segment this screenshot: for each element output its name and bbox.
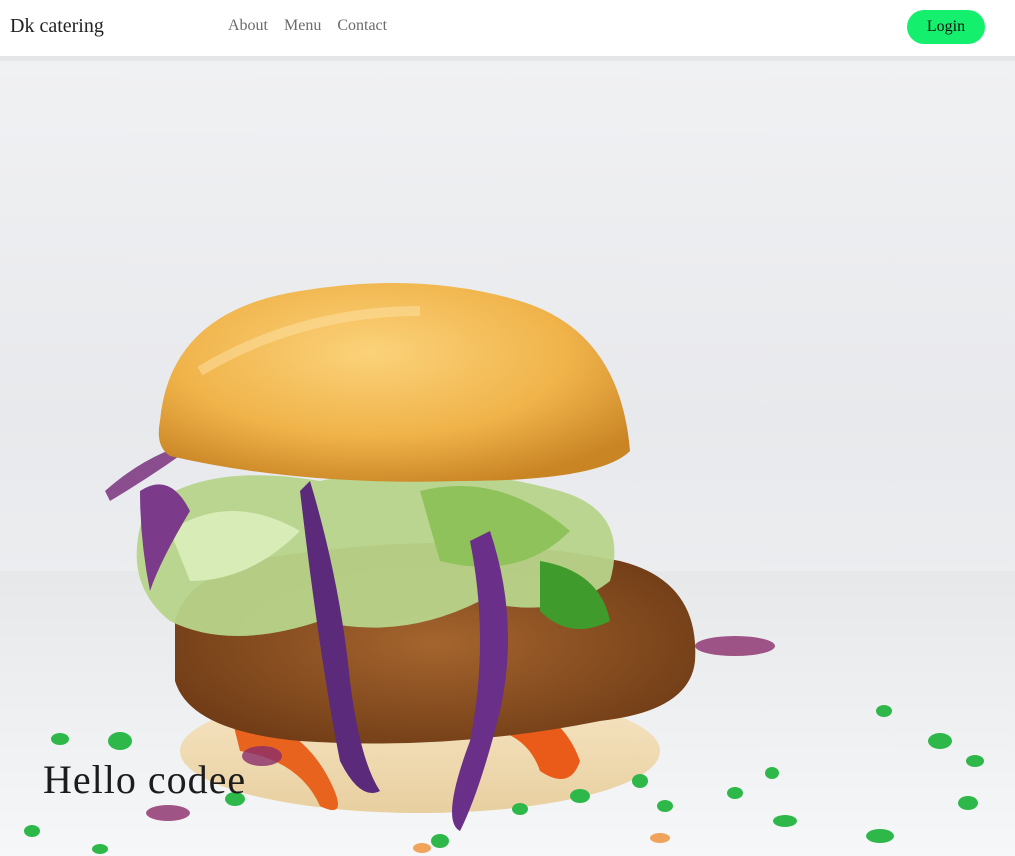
nav-link-menu[interactable]: Menu	[284, 17, 321, 35]
brand-logo-text[interactable]: Dk catering	[10, 15, 104, 38]
login-button[interactable]: Login	[907, 10, 985, 44]
hero-section: Hello codee	[0, 61, 1015, 856]
top-navbar: Dk catering About Menu Contact Login	[0, 0, 1015, 61]
hero-title: Hello codee	[43, 757, 247, 802]
nav-links: About Menu Contact	[228, 17, 387, 35]
nav-link-about[interactable]: About	[228, 17, 268, 35]
burger-photo	[0, 283, 1015, 856]
nav-link-contact[interactable]: Contact	[337, 17, 387, 35]
